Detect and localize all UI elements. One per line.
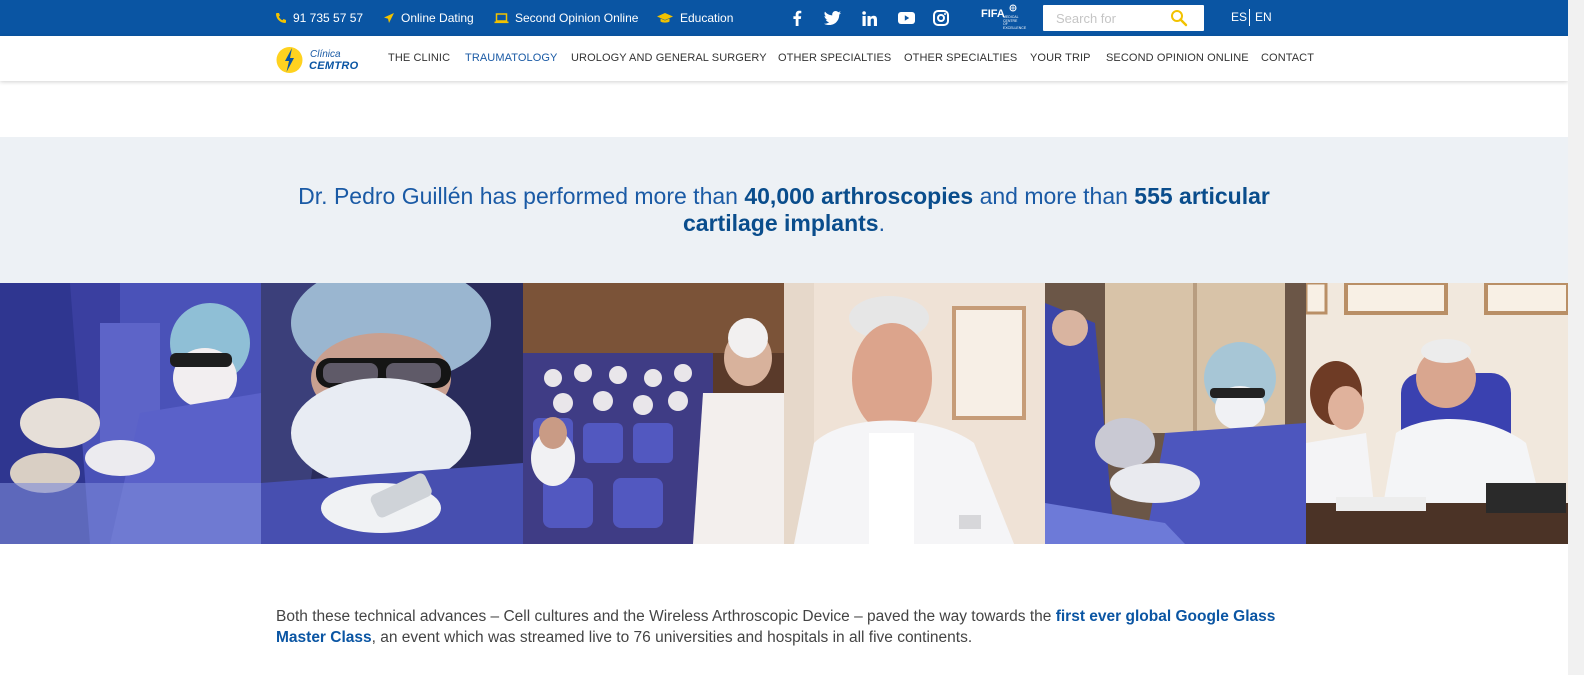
photo-surgeon-closeup bbox=[261, 283, 523, 544]
education-label: Education bbox=[680, 11, 734, 25]
nav-second-opinion-online[interactable]: SECOND OPINION ONLINE bbox=[1106, 52, 1249, 64]
paragraph-text-1: Both these technical advances – Cell cul… bbox=[276, 608, 1056, 625]
online-dating-link[interactable]: Online Dating bbox=[383, 0, 474, 36]
linkedin-icon[interactable] bbox=[860, 9, 878, 27]
graduation-cap-icon bbox=[657, 13, 673, 23]
intro-paragraph: Both these technical advances – Cell cul… bbox=[276, 606, 1286, 648]
logo-line2: CEMTRO bbox=[309, 60, 359, 72]
quote-bold-1: 40,000 arthroscopies bbox=[744, 183, 974, 209]
online-dating-label: Online Dating bbox=[401, 11, 474, 25]
phone-number: 91 735 57 57 bbox=[293, 11, 364, 25]
fifa-logo-subtext: MEDICAL CENTRE OF EXCELLENCE bbox=[1003, 15, 1027, 30]
second-opinion-label: Second Opinion Online bbox=[515, 11, 639, 25]
paragraph-text-2: , an event which was streamed live to 76… bbox=[371, 629, 973, 646]
nav-your-trip[interactable]: YOUR TRIP bbox=[1030, 52, 1091, 64]
logo-line1: Clínica bbox=[310, 49, 341, 60]
lang-separator bbox=[1249, 9, 1250, 26]
clinica-cemtro-logo[interactable]: Clínica CEMTRO bbox=[276, 44, 360, 76]
globe-icon bbox=[1009, 4, 1017, 12]
search-input[interactable]: Search for bbox=[1056, 11, 1170, 26]
youtube-icon[interactable] bbox=[897, 9, 915, 27]
photo-doctor-portrait bbox=[784, 283, 1045, 544]
highlight-quote: Dr. Pedro Guillén has performed more tha… bbox=[284, 183, 1284, 237]
quote-text-3: . bbox=[878, 210, 885, 236]
lang-en-link[interactable]: EN bbox=[1255, 10, 1272, 24]
education-link[interactable]: Education bbox=[656, 0, 733, 36]
photo-surgery-screen bbox=[1045, 283, 1306, 544]
main-nav-bar: Clínica CEMTRO THE CLINIC TRAUMATOLOGY U… bbox=[0, 36, 1568, 81]
quote-text-2: and more than bbox=[973, 183, 1135, 209]
nav-urology-general-surgery[interactable]: UROLOGY AND GENERAL SURGERY bbox=[571, 52, 767, 64]
nav-other-specialties-1[interactable]: OTHER SPECIALTIES bbox=[778, 52, 891, 64]
fifa-logo-text: FIFA bbox=[981, 8, 1005, 20]
lang-es-link[interactable]: ES bbox=[1231, 10, 1247, 24]
search-icon[interactable] bbox=[1170, 9, 1188, 27]
page-scrollbar[interactable] bbox=[1568, 0, 1584, 675]
nav-other-specialties-2[interactable]: OTHER SPECIALTIES bbox=[904, 52, 1017, 64]
fifa-medical-centre-logo: FIFA MEDICAL CENTRE OF EXCELLENCE bbox=[979, 4, 1027, 32]
paper-plane-icon bbox=[384, 13, 394, 23]
nav-the-clinic[interactable]: THE CLINIC bbox=[388, 52, 450, 64]
facebook-icon[interactable] bbox=[788, 9, 806, 27]
logo-bolt-icon bbox=[276, 47, 303, 73]
twitter-icon[interactable] bbox=[823, 9, 841, 27]
top-bar: 91 735 57 57 Online Dating Second Opinio… bbox=[0, 0, 1568, 36]
phone-link[interactable]: 91 735 57 57 bbox=[275, 0, 363, 36]
laptop-icon bbox=[494, 13, 509, 24]
nav-traumatology[interactable]: TRAUMATOLOGY bbox=[465, 52, 557, 64]
search-box[interactable]: Search for bbox=[1043, 5, 1204, 31]
photo-strip bbox=[0, 283, 1568, 544]
instagram-icon[interactable] bbox=[932, 9, 950, 27]
phone-icon bbox=[276, 13, 286, 23]
photo-surgeon-operating bbox=[0, 283, 261, 544]
nav-contact[interactable]: CONTACT bbox=[1261, 52, 1314, 64]
photo-doctors-at-desk bbox=[1306, 283, 1568, 544]
quote-text-1: Dr. Pedro Guillén has performed more tha… bbox=[298, 183, 745, 209]
photo-lecture-hall bbox=[523, 283, 784, 544]
second-opinion-link[interactable]: Second Opinion Online bbox=[494, 0, 638, 36]
